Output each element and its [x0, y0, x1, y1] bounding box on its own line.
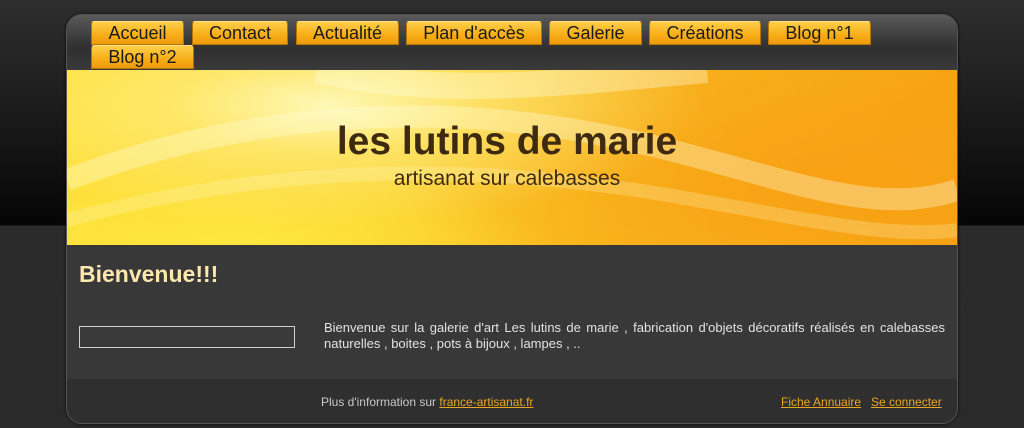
footer-info: Plus d'information sur france-artisanat.…: [321, 395, 533, 409]
footer-annuaire: Fiche Annuaire: [781, 395, 861, 409]
main-navigation: Accueil Contact Actualité Plan d'accès G…: [67, 15, 957, 70]
header-banner: les lutins de marie artisanat sur caleba…: [67, 70, 957, 245]
nav-item-contact[interactable]: Contact: [192, 21, 288, 45]
se-connecter-link[interactable]: Se connecter: [871, 395, 942, 409]
nav-item-blog-2[interactable]: Blog n°2: [91, 45, 194, 69]
footer-login: Se connecter: [871, 395, 942, 409]
search-input[interactable]: [79, 326, 295, 348]
nav-item-plan-acces[interactable]: Plan d'accès: [406, 21, 542, 45]
welcome-text: Bienvenue sur la galerie d'art Les lutin…: [324, 320, 945, 351]
nav-item-accueil[interactable]: Accueil: [91, 21, 184, 45]
nav-item-creations[interactable]: Créations: [649, 21, 761, 45]
footer-info-prefix: Plus d'information sur: [321, 395, 437, 409]
nav-item-actualite[interactable]: Actualité: [296, 21, 399, 45]
site-title: les lutins de marie: [336, 120, 678, 163]
site-subtitle: artisanat sur calebasses: [393, 167, 621, 190]
nav-item-blog-1[interactable]: Blog n°1: [768, 21, 871, 45]
page-frame: Accueil Contact Actualité Plan d'accès G…: [66, 14, 958, 424]
nav-item-galerie[interactable]: Galerie: [549, 21, 642, 45]
fiche-annuaire-link[interactable]: Fiche Annuaire: [781, 395, 861, 409]
france-artisanat-link[interactable]: france-artisanat.fr: [439, 395, 533, 409]
page-heading: Bienvenue!!!: [79, 261, 219, 287]
